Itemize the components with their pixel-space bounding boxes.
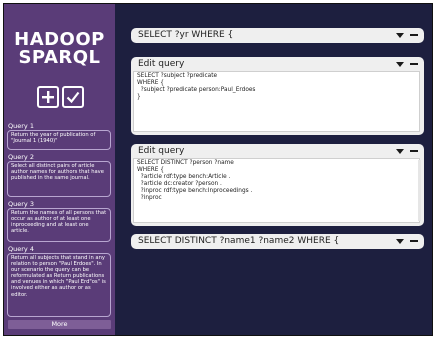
panel-title: Edit query — [138, 59, 185, 69]
query-editor[interactable]: SELECT ?subject ?predicate WHERE { ?subj… — [133, 71, 420, 132]
panel-title: SELECT ?yr WHERE { — [138, 30, 234, 40]
query-4-title: Query 4 — [8, 245, 34, 253]
collapse-arrow-icon[interactable] — [396, 62, 404, 67]
query-3-title: Query 3 — [8, 200, 34, 208]
query-panel-2: Edit query SELECT ?subject ?predicate WH… — [131, 57, 424, 135]
sidebar: HADOOP SPARQL Query 1 Return the year of… — [4, 4, 115, 335]
app-window: HADOOP SPARQL Query 1 Return the year of… — [3, 3, 433, 336]
hadoop-sparql-logo: HADOOP SPARQL — [10, 31, 109, 71]
query-1-title: Query 1 — [8, 122, 34, 130]
query-1-item[interactable]: Return the year of publication of "Journ… — [7, 130, 111, 150]
minimize-icon[interactable] — [410, 150, 418, 152]
editor-scrollbar[interactable] — [418, 160, 421, 221]
minimize-icon[interactable] — [410, 63, 418, 65]
query-2-title: Query 2 — [8, 153, 34, 161]
confirm-button[interactable] — [62, 86, 84, 108]
plus-icon — [42, 91, 54, 103]
panel-title: Edit query — [138, 146, 185, 156]
query-panel-3: Edit query SELECT DISTINCT ?person ?name… — [131, 144, 424, 226]
expand-arrow-icon[interactable] — [396, 239, 404, 244]
more-button[interactable]: More — [8, 320, 111, 329]
panel-title: SELECT DISTINCT ?name1 ?name2 WHERE { — [138, 236, 340, 246]
main-area: SELECT ?yr WHERE { Edit query SELECT ?su… — [115, 4, 432, 335]
minimize-icon[interactable] — [410, 240, 418, 242]
query-panel-1[interactable]: SELECT ?yr WHERE { — [131, 28, 424, 43]
collapse-arrow-icon[interactable] — [396, 149, 404, 154]
expand-arrow-icon[interactable] — [396, 33, 404, 38]
query-2-item[interactable]: Select all distinct pairs of article aut… — [7, 161, 111, 197]
minimize-icon[interactable] — [410, 34, 418, 36]
query-3-item[interactable]: Return the names of all persons that occ… — [7, 208, 111, 242]
query-editor[interactable]: SELECT DISTINCT ?person ?name WHERE { ?a… — [133, 158, 420, 223]
add-query-button[interactable] — [37, 86, 59, 108]
query-panel-4[interactable]: SELECT DISTINCT ?name1 ?name2 WHERE { — [131, 234, 424, 249]
query-4-item[interactable]: Return all subjects that stand in any re… — [7, 253, 111, 317]
logo-line-2: SPARQL — [18, 47, 101, 68]
check-icon — [66, 91, 80, 104]
